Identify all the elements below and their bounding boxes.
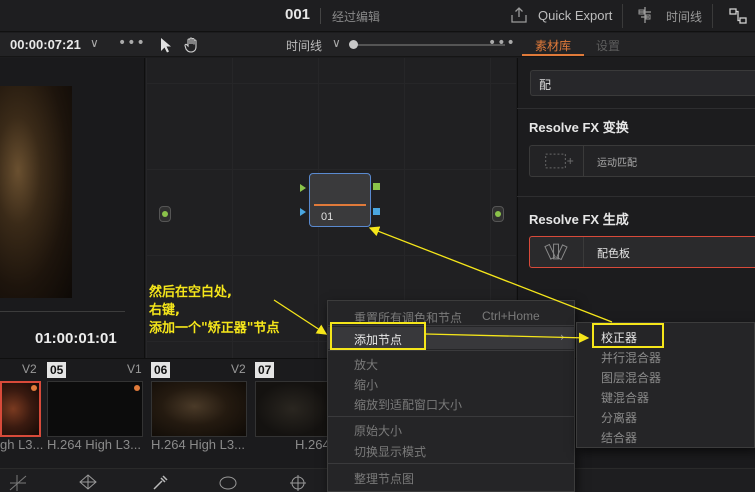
timeline-dropdown[interactable]: 时间线 [286, 37, 322, 54]
node-input-key[interactable] [300, 208, 306, 216]
menu-separator [328, 463, 574, 464]
output-node[interactable] [492, 206, 504, 222]
annotation-line: 然后在空白处, [149, 285, 232, 300]
clip-item[interactable]: 05 V1 H.264 High L3... [47, 361, 146, 456]
clip-thumbnail[interactable] [151, 381, 247, 437]
top-bar: 001 经过编辑 Quick Export 时间线 [0, 0, 755, 32]
divider [517, 196, 755, 197]
menu-item-zoom-in[interactable]: 放大 [354, 356, 378, 373]
submenu-item-layer-mixer[interactable]: 图层混合器 [601, 369, 661, 386]
corrector-node[interactable]: 01 [309, 173, 371, 227]
timeline-icon[interactable] [636, 6, 654, 24]
tab-settings[interactable]: 设置 [596, 37, 620, 54]
fx-item-label: 配色板 [597, 247, 630, 260]
active-tab-indicator [522, 54, 584, 56]
clip-name: H.264 High L3... [151, 437, 245, 452]
menu-separator [328, 416, 574, 417]
clip-track: V1 [127, 362, 142, 376]
annotation-line: 右键, [149, 303, 180, 318]
zoom-slider-knob[interactable] [349, 40, 358, 49]
viewer: 01:00:01:01 [0, 58, 145, 358]
source-timecode: 00:00:07:21 [10, 37, 81, 52]
submenu-item-key-mixer[interactable]: 键混合器 [601, 389, 649, 406]
submenu-item-combiner[interactable]: 结合器 [601, 429, 637, 446]
clip-thumbnail[interactable] [255, 381, 330, 437]
clip-flag-dot [31, 385, 37, 391]
fx-item-label: 运动匹配 [597, 158, 637, 169]
clip-track: V2 [231, 362, 246, 376]
menu-item-original-size[interactable]: 原始大小 [354, 422, 402, 439]
project-status: 经过编辑 [332, 10, 381, 24]
node-output-key[interactable] [373, 208, 380, 215]
submenu-item-parallel-mixer[interactable]: 并行混合器 [601, 349, 661, 366]
fx-item-motion-match[interactable]: 运动匹配 [529, 145, 755, 177]
tab-library[interactable]: 素材库 [535, 37, 571, 54]
scrubber-line[interactable] [0, 311, 125, 312]
clip-name: H.264 High L3... [47, 437, 141, 452]
nodes-icon[interactable] [728, 6, 748, 26]
divider [320, 8, 321, 24]
menu-item-cleanup-node-graph[interactable]: 整理节点图 [354, 470, 414, 487]
pointer-tool-icon[interactable] [158, 36, 174, 54]
clip-item[interactable]: V2 gh L3... [0, 361, 44, 456]
tracker-icon[interactable] [288, 473, 308, 491]
menu-item-zoom-to-fit[interactable]: 缩放到适配窗口大小 [354, 396, 462, 413]
node-output-rgb[interactable] [373, 183, 380, 190]
node-label: 01 [321, 211, 334, 223]
submenu-item-splitter[interactable]: 分离器 [601, 409, 637, 426]
node-input-rgb[interactable] [300, 184, 306, 192]
clip-item[interactable]: 06 V2 H.264 High L3... [151, 361, 250, 456]
eyedropper-icon[interactable] [150, 473, 170, 491]
timeline-button[interactable]: 时间线 [666, 8, 702, 25]
search-input[interactable]: 配 [530, 70, 755, 96]
palette-icon [544, 237, 584, 267]
section-title: Resolve FX 变换 [529, 120, 629, 135]
menu-shortcut: Ctrl+Home [482, 309, 540, 323]
hand-tool-icon[interactable] [183, 36, 201, 54]
menu-item-zoom-out[interactable]: 缩小 [354, 376, 378, 393]
node-thumbnail-bar [314, 204, 366, 206]
divider [622, 4, 623, 28]
clip-track: V2 [22, 362, 37, 376]
clip-item[interactable]: 07 H.264 High [255, 361, 330, 456]
color-wheels-icon[interactable] [78, 473, 98, 491]
menu-item-toggle-display-mode[interactable]: 切换显示模式 [354, 443, 426, 460]
more-options-icon[interactable]: ••• [488, 35, 516, 51]
motion-match-icon [545, 146, 584, 176]
clip-name: H.264 High [295, 437, 330, 452]
grid-tool-icon[interactable] [8, 473, 28, 491]
clip-flag-dot [134, 385, 140, 391]
chevron-down-icon[interactable]: ∨ [332, 36, 341, 50]
project-number: 001 [285, 6, 311, 23]
annotation-line: 添加一个"矫正器"节点 [149, 321, 280, 336]
playhead-timecode: 01:00:01:01 [35, 330, 117, 347]
toolbar-secondary: 00:00:07:21 ∨ ••• 时间线 ∨ ••• 素材库 设置 [0, 33, 755, 57]
clip-name: gh L3... [0, 437, 44, 452]
quick-export-button[interactable]: Quick Export [538, 8, 612, 23]
video-frame [0, 86, 72, 298]
chevron-down-icon[interactable]: ∨ [90, 36, 99, 50]
menu-separator [328, 350, 574, 351]
highlight-box-corrector [592, 323, 664, 348]
input-node[interactable] [159, 206, 171, 222]
clip-number: 05 [47, 362, 67, 378]
zoom-slider[interactable] [350, 44, 505, 46]
fx-item-color-palette[interactable]: 配色板 [529, 236, 755, 268]
section-title: Resolve FX 生成 [529, 212, 629, 227]
more-options-icon[interactable]: ••• [118, 35, 146, 51]
clip-thumbnail[interactable] [47, 381, 143, 437]
export-icon[interactable] [510, 6, 528, 24]
divider [712, 4, 713, 28]
divider [517, 108, 755, 109]
chevron-right-icon: › [560, 330, 565, 344]
clip-number: 06 [151, 362, 171, 378]
clip-number: 07 [255, 362, 275, 378]
tutorial-annotation: 然后在空白处, 右键, 添加一个"矫正器"节点 [149, 284, 280, 338]
window-tool-icon[interactable] [218, 473, 238, 491]
highlight-box-add-node [330, 322, 426, 350]
